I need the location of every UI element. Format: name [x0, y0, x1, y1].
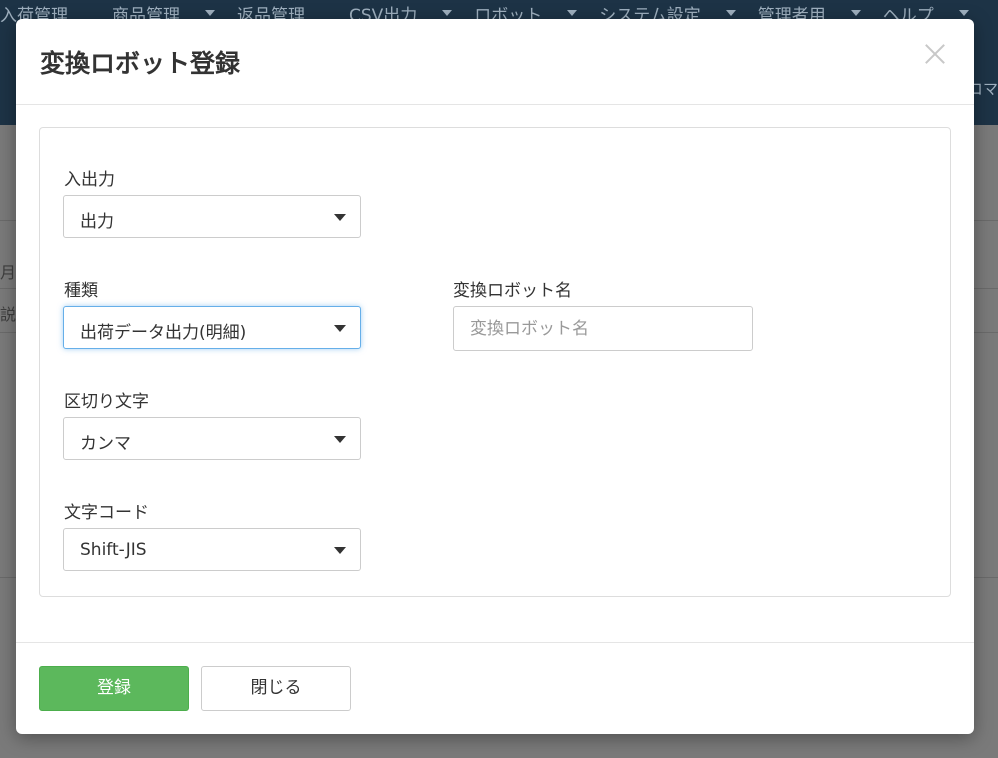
register-button[interactable]: 登録 — [39, 666, 189, 711]
chevron-down-icon — [442, 10, 453, 16]
encoding-select[interactable]: Shift-JIS — [63, 528, 361, 571]
chevron-down-icon — [958, 10, 969, 16]
type-label: 種類 — [64, 281, 98, 301]
type-select[interactable]: 出荷データ出力(明細) — [63, 306, 361, 349]
background-row-text: 月 — [0, 263, 17, 282]
delimiter-label: 区切り文字 — [64, 392, 149, 412]
chevron-down-icon — [205, 10, 215, 16]
encoding-select-value: Shift-JIS — [80, 540, 147, 560]
io-select[interactable]: 出力 — [63, 195, 361, 238]
modal-header: 変換ロボット登録 — [16, 19, 974, 105]
robot-name-label: 変換ロボット名 — [453, 281, 572, 301]
chevron-down-icon — [334, 436, 346, 443]
delimiter-select[interactable]: カンマ — [63, 417, 361, 460]
type-select-value: 出荷データ出力(明細) — [80, 323, 247, 343]
modal-title: 変換ロボット登録 — [40, 49, 241, 78]
register-robot-modal: 変換ロボット登録 入出力 出力 種類 出荷データ出力(明細) 変換ロボット名 区… — [16, 19, 974, 734]
io-select-value: 出力 — [80, 212, 114, 232]
delimiter-select-value: カンマ — [80, 434, 131, 454]
chevron-down-icon — [334, 325, 346, 332]
encoding-label: 文字コード — [64, 503, 149, 523]
robot-name-input[interactable] — [453, 306, 753, 351]
chevron-down-icon — [567, 10, 578, 16]
modal-footer: 登録 閉じる — [16, 642, 974, 735]
close-icon[interactable] — [922, 41, 948, 67]
close-button[interactable]: 閉じる — [201, 666, 351, 711]
chevron-down-icon — [725, 10, 736, 16]
chevron-down-icon — [334, 547, 346, 554]
chevron-down-icon — [334, 214, 346, 221]
chevron-down-icon — [850, 10, 861, 16]
io-label: 入出力 — [64, 170, 115, 190]
form-panel: 入出力 出力 種類 出荷データ出力(明細) 変換ロボット名 区切り文字 カンマ … — [39, 127, 951, 597]
